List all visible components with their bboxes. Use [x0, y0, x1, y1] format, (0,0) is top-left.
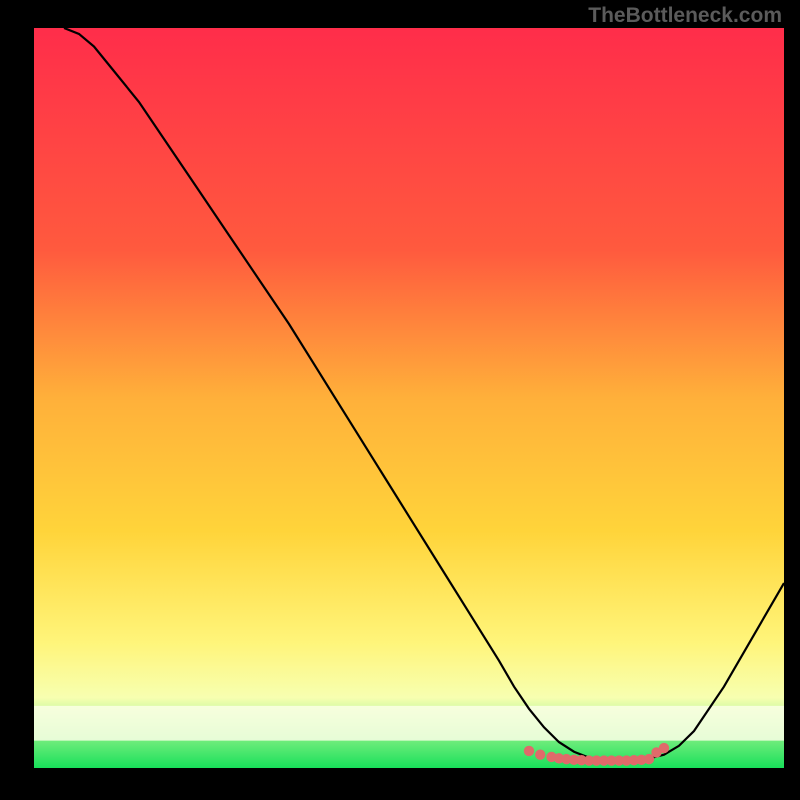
- chart-root: TheBottleneck.com: [0, 0, 800, 800]
- chart-svg: [34, 28, 784, 768]
- marker-dot: [535, 749, 545, 759]
- chart-background: [34, 28, 784, 768]
- highlight-band: [34, 706, 784, 741]
- marker-dot: [524, 746, 534, 756]
- marker-dot: [659, 743, 669, 753]
- watermark-text: TheBottleneck.com: [588, 4, 782, 28]
- plot-area: [34, 28, 784, 768]
